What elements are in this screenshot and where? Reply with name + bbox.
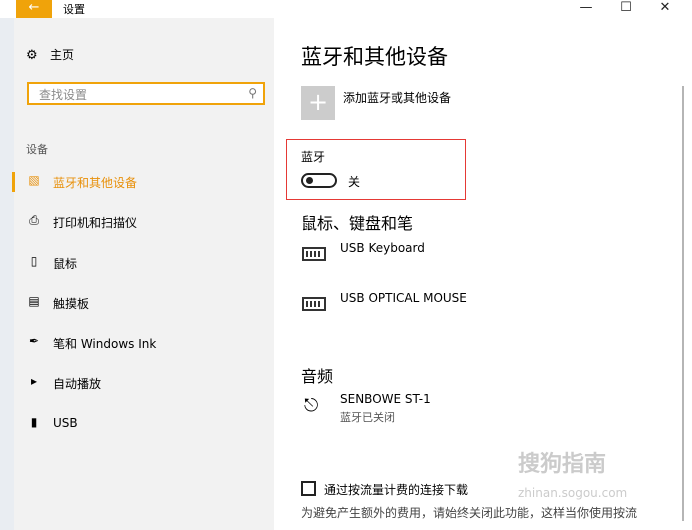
watermark-url: zhinan.sogou.com: [518, 486, 628, 500]
close-icon: ✕: [659, 0, 671, 15]
metered-description: 为避免产生额外的费用，请始终关闭此功能，这样当你使用按流: [301, 506, 638, 520]
minimize-icon: —: [579, 0, 593, 15]
sidebar-item-autoplay[interactable]: ▸ 自动播放: [14, 373, 274, 393]
sidebar-item-label: 触摸板: [53, 297, 90, 311]
usb-icon: ▮: [30, 415, 38, 429]
sidebar-group-header: 设备: [26, 143, 48, 156]
device-item-headset[interactable]: SENBOWE ST-1: [340, 392, 431, 406]
pen-icon: ✒: [28, 334, 40, 348]
sidebar-item-label: USB: [53, 416, 78, 430]
metered-download-checkbox[interactable]: [301, 481, 316, 496]
device-item-mouse[interactable]: USB OPTICAL MOUSE: [340, 291, 467, 305]
sidebar-item-touchpad[interactable]: ▤ 触摸板: [14, 293, 274, 313]
metered-download-label[interactable]: 通过按流量计费的连接下载: [324, 481, 468, 498]
maximize-button[interactable]: ☐: [607, 0, 645, 18]
touchpad-icon: ▤: [28, 294, 40, 308]
bluetooth-toggle-state: 关: [348, 175, 361, 189]
search-box[interactable]: ⚲: [27, 82, 265, 105]
search-icon[interactable]: ⚲: [248, 86, 257, 100]
sidebar-item-label: 打印机和扫描仪: [53, 216, 138, 230]
audio-section-title: 音频: [301, 367, 334, 386]
close-button[interactable]: ✕: [646, 0, 684, 18]
toggle-knob: [306, 177, 313, 184]
device-status: 蓝牙已关闭: [340, 411, 395, 424]
watermark: 搜狗指南: [518, 452, 607, 477]
sidebar-item-pen[interactable]: ✒ 笔和 Windows Ink: [14, 333, 274, 353]
title-bar: ← 设置 — ☐ ✕: [0, 0, 692, 18]
maximize-icon: ☐: [620, 0, 632, 15]
add-device-label[interactable]: 添加蓝牙或其他设备: [343, 89, 451, 106]
plus-icon: +: [307, 88, 329, 116]
back-button[interactable]: ←: [16, 0, 52, 18]
add-device-button[interactable]: +: [301, 86, 335, 120]
printer-icon: ⎙: [29, 213, 39, 227]
minimize-button[interactable]: —: [567, 0, 605, 18]
window-title: 设置: [63, 3, 85, 16]
bluetooth-devices-icon: ▧: [28, 173, 40, 187]
bluetooth-label: 蓝牙: [301, 150, 326, 164]
gear-icon: ⚙: [26, 48, 38, 63]
sidebar-item-label: 蓝牙和其他设备: [53, 176, 138, 190]
arrow-left-icon: ←: [28, 0, 40, 15]
sidebar-item-bluetooth[interactable]: ▧ 蓝牙和其他设备: [14, 172, 274, 192]
sidebar-item-label: 自动播放: [53, 377, 102, 391]
sidebar-home-label: 主页: [50, 48, 75, 62]
scrollbar[interactable]: [682, 86, 684, 521]
mouse-keyboard-section-title: 鼠标、键盘和笔: [301, 214, 414, 233]
sidebar-item-mouse[interactable]: ▯ 鼠标: [14, 253, 274, 273]
keyboard-icon: [302, 247, 326, 261]
search-input[interactable]: [37, 87, 241, 103]
sidebar-item-usb[interactable]: ▮ USB: [14, 414, 274, 434]
mouse-icon: ▯: [30, 254, 38, 268]
sidebar-item-label: 鼠标: [53, 257, 78, 271]
background-window-edge: [0, 0, 14, 530]
sidebar-item-label: 笔和 Windows Ink: [53, 337, 157, 351]
device-item-keyboard[interactable]: USB Keyboard: [340, 241, 425, 255]
page-title: 蓝牙和其他设备: [301, 45, 448, 69]
bluetooth-toggle[interactable]: [301, 173, 337, 188]
sidebar-item-printers[interactable]: ⎙ 打印机和扫描仪: [14, 212, 274, 232]
headset-icon: ⎋: [304, 395, 319, 416]
keyboard-icon: [302, 297, 326, 311]
main-content: [274, 18, 692, 530]
sidebar-home[interactable]: ⚙ 主页: [26, 46, 74, 63]
autoplay-icon: ▸: [30, 374, 38, 388]
